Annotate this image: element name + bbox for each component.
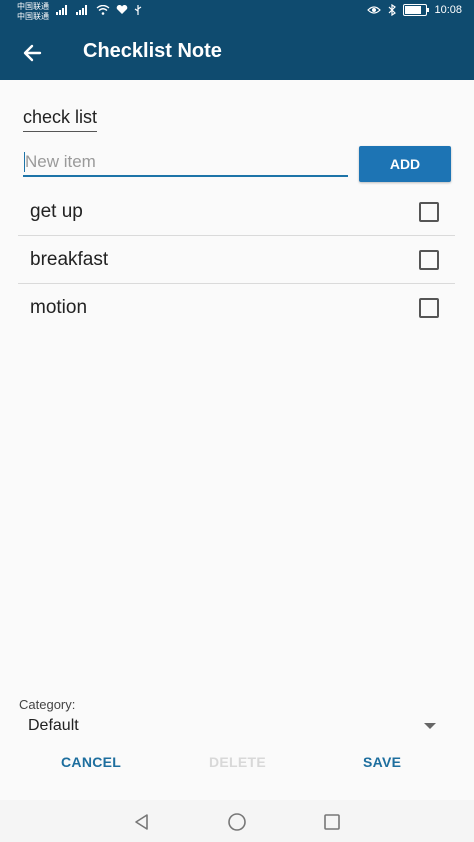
circle-home-icon	[228, 813, 246, 831]
list-item-label: breakfast	[30, 249, 109, 270]
heart-icon	[116, 5, 128, 14]
carrier-label-1: 中国联通	[17, 2, 49, 11]
nav-recents-button[interactable]	[322, 812, 342, 832]
checkbox[interactable]	[419, 298, 439, 318]
note-title[interactable]: check list	[23, 107, 98, 132]
app-bar: 中国联通 中国联通 10:08 Checklist Note	[0, 0, 474, 80]
eye-icon	[367, 6, 382, 14]
text-cursor	[24, 152, 25, 172]
list-item[interactable]: breakfast	[18, 236, 455, 284]
list-item[interactable]: get up	[18, 188, 455, 236]
nav-home-button[interactable]	[227, 812, 247, 832]
category-select[interactable]: Default	[28, 717, 438, 739]
page-title: Checklist Note	[83, 40, 222, 62]
cancel-button[interactable]: CANCEL	[61, 754, 121, 770]
nav-back-button[interactable]	[132, 812, 152, 832]
status-right: 10:08	[367, 4, 462, 16]
triangle-back-icon	[135, 814, 148, 830]
add-button[interactable]: ADD	[359, 146, 451, 182]
checkbox[interactable]	[419, 250, 439, 270]
status-bar: 中国联通 中国联通 10:08	[0, 0, 474, 26]
checkbox[interactable]	[419, 202, 439, 222]
category-label: Category:	[19, 697, 76, 712]
list-item-label: get up	[30, 201, 83, 222]
arrow-back-icon	[23, 44, 42, 62]
checklist: get up breakfast motion	[18, 188, 455, 331]
clock: 10:08	[434, 4, 462, 16]
battery-level	[405, 6, 422, 14]
carrier-label-2: 中国联通	[17, 12, 49, 21]
back-button[interactable]	[18, 38, 48, 68]
bluetooth-icon	[389, 4, 397, 16]
battery-icon	[403, 4, 430, 16]
category-value: Default	[28, 717, 79, 734]
delete-button[interactable]: DELETE	[209, 754, 266, 770]
signal-icon	[56, 5, 67, 15]
dropdown-arrow-icon	[424, 723, 436, 729]
action-bar: CANCEL DELETE SAVE	[0, 754, 474, 774]
list-item[interactable]: motion	[18, 284, 455, 331]
list-item-label: motion	[30, 297, 88, 318]
square-recents-icon	[324, 814, 340, 830]
carrier-info: 中国联通 中国联通	[17, 2, 49, 22]
wifi-icon	[96, 5, 110, 15]
usb-icon	[134, 5, 142, 15]
new-item-input[interactable]	[23, 149, 348, 177]
save-button[interactable]: SAVE	[363, 754, 401, 770]
system-nav-bar	[0, 800, 474, 842]
signal-icon-2	[76, 5, 87, 15]
signal-icons	[56, 5, 142, 15]
